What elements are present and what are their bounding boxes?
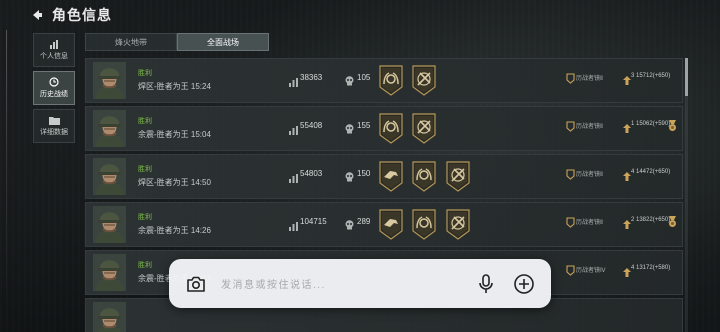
skull-icon bbox=[345, 73, 354, 86]
wreath-badge bbox=[411, 161, 437, 192]
wreath-badge bbox=[378, 65, 404, 96]
back-arrow-icon[interactable] bbox=[30, 8, 44, 22]
rifle-badge bbox=[445, 161, 471, 192]
rank-name: 历战者镜Ⅳ bbox=[576, 268, 606, 274]
rifle-badge bbox=[411, 65, 437, 96]
sidebar-item-profile[interactable]: 个人信息 bbox=[33, 33, 75, 67]
rank-name: 历战者镜Ⅱ bbox=[576, 124, 603, 130]
sidebar-item-label: 个人信息 bbox=[40, 52, 68, 60]
player-avatar bbox=[93, 302, 126, 332]
rank-name: 历战者镜Ⅱ bbox=[576, 76, 603, 82]
camera-icon[interactable] bbox=[183, 271, 209, 297]
scroll-thumb[interactable] bbox=[685, 58, 688, 96]
medal-icon bbox=[668, 215, 677, 227]
match-mode-time: 焊区-胜者为王 14:50 bbox=[138, 178, 211, 187]
page-header: 角色信息 bbox=[30, 4, 112, 26]
medal-icon bbox=[668, 119, 677, 131]
skull-icon bbox=[345, 217, 354, 230]
rank-points: 4 14472(+650) bbox=[631, 169, 671, 175]
score-bar-icon bbox=[289, 122, 298, 135]
frame-edge-line bbox=[6, 30, 7, 310]
sidebar-item-history[interactable]: 历史战绩 bbox=[33, 71, 75, 105]
match-kills: 155 bbox=[357, 121, 371, 130]
horn-badge bbox=[378, 161, 404, 192]
rank-up-arrow-icon bbox=[623, 168, 631, 181]
match-result: 胜利 bbox=[138, 118, 152, 125]
match-score: 54803 bbox=[300, 169, 323, 178]
rifle-badge bbox=[411, 113, 437, 144]
rifle-badge bbox=[445, 209, 471, 240]
match-mode-time: 余震-胜者为王 14:26 bbox=[138, 226, 211, 235]
rank-up-arrow-icon bbox=[623, 72, 631, 85]
rank-emblem-icon bbox=[566, 263, 575, 276]
player-avatar bbox=[93, 158, 126, 195]
match-result: 胜利 bbox=[138, 166, 152, 173]
wreath-badge bbox=[378, 113, 404, 144]
match-score: 104715 bbox=[300, 217, 327, 226]
chat-input-bar: 发消息或按住说话... bbox=[169, 259, 551, 308]
score-bar-icon bbox=[289, 74, 298, 87]
match-kills: 289 bbox=[357, 217, 371, 226]
rank-up-arrow-icon bbox=[623, 120, 631, 133]
bar-chart-icon bbox=[50, 39, 58, 49]
player-avatar bbox=[93, 62, 126, 99]
sidebar-item-details[interactable]: 详细数据 bbox=[33, 109, 75, 143]
wreath-badge bbox=[411, 209, 437, 240]
match-result: 胜利 bbox=[138, 70, 152, 77]
match-score: 38363 bbox=[300, 73, 323, 82]
skull-icon bbox=[345, 169, 354, 182]
horn-badge bbox=[378, 209, 404, 240]
rank-up-arrow-icon bbox=[623, 216, 631, 229]
page-title: 角色信息 bbox=[52, 7, 112, 23]
rank-points: 3 15712(+650) bbox=[631, 73, 671, 79]
score-bar-icon bbox=[289, 170, 298, 183]
match-score: 55408 bbox=[300, 121, 323, 130]
match-row[interactable]: 胜利焊区-胜者为王 15:24 38363 105 历战者镜Ⅱ 3 15712(+650… bbox=[85, 58, 683, 103]
sidebar-item-label: 历史战绩 bbox=[40, 91, 68, 98]
match-row[interactable]: 胜利焊区-胜者为王 14:50 54803 150 历战者镜Ⅱ 4 14472(+650… bbox=[85, 154, 683, 199]
rank-emblem-icon bbox=[566, 215, 575, 228]
match-result: 胜利 bbox=[138, 214, 152, 221]
match-row[interactable]: 胜利余震-胜者为王 14:26 104715 289 历战者镜Ⅱ 2 13822(+65… bbox=[85, 202, 683, 247]
rank-up-arrow-icon bbox=[623, 264, 631, 277]
rank-points: 4 13172(+580) bbox=[631, 265, 671, 271]
mode-tabs: 烽火地带 全面战场 bbox=[85, 33, 269, 51]
rank-points: 1 15062(+590) bbox=[631, 121, 671, 127]
tab-full-battlefield[interactable]: 全面战场 bbox=[177, 33, 269, 51]
match-mode-time: 焊区-胜者为王 15:24 bbox=[138, 82, 211, 91]
rank-name: 历战者镜Ⅱ bbox=[576, 220, 603, 226]
score-bar-icon bbox=[289, 218, 298, 231]
microphone-icon[interactable] bbox=[473, 271, 499, 297]
match-kills: 105 bbox=[357, 73, 371, 82]
match-kills: 150 bbox=[357, 169, 371, 178]
clock-icon bbox=[49, 77, 59, 87]
match-row[interactable]: 胜利余震-胜者为王 15:04 55408 155 历战者镜Ⅱ 1 15062(+590… bbox=[85, 106, 683, 151]
rank-emblem-icon bbox=[566, 167, 575, 180]
rank-name: 历战者镜Ⅱ bbox=[576, 172, 603, 178]
folder-icon bbox=[48, 116, 60, 125]
sidebar: 个人信息 历史战绩 详细数据 bbox=[33, 33, 75, 143]
match-mode-time: 余震-胜者为王 15:04 bbox=[138, 130, 211, 139]
skull-icon bbox=[345, 121, 354, 134]
add-circle-icon[interactable] bbox=[511, 271, 537, 297]
match-result: 胜利 bbox=[138, 262, 152, 269]
tab-hazard-zone[interactable]: 烽火地带 bbox=[85, 33, 177, 51]
rank-emblem-icon bbox=[566, 119, 575, 132]
rank-emblem-icon bbox=[566, 71, 575, 84]
player-avatar bbox=[93, 254, 126, 291]
sidebar-item-label: 详细数据 bbox=[40, 128, 68, 136]
rank-points: 2 13822(+650) bbox=[631, 217, 671, 223]
scrollbar[interactable] bbox=[685, 58, 688, 332]
player-avatar bbox=[93, 206, 126, 243]
chat-input[interactable]: 发消息或按住说话... bbox=[221, 276, 473, 291]
player-avatar bbox=[93, 110, 126, 147]
